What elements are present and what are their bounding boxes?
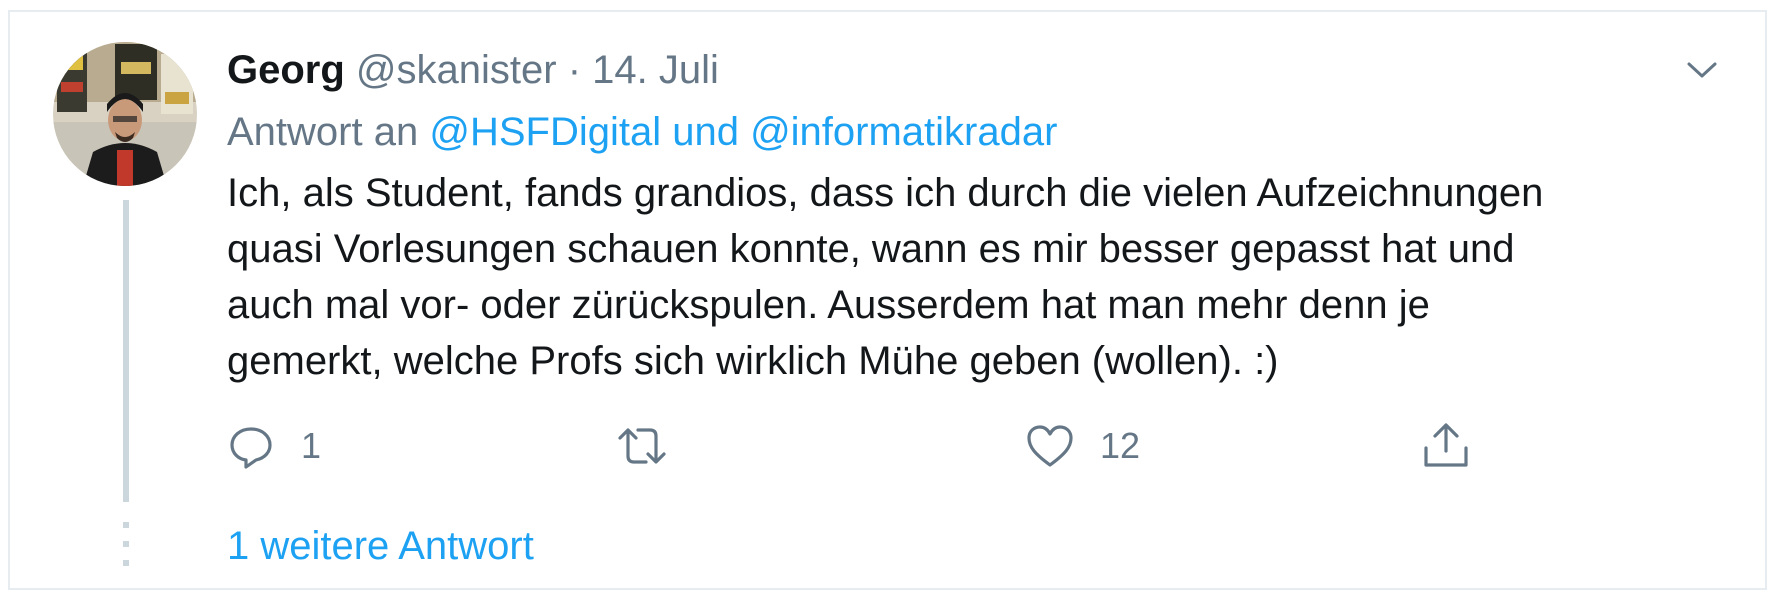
tweet-date[interactable]: 14. Juli (592, 48, 719, 92)
heart-icon (1022, 418, 1078, 474)
reply-prefix: Antwort an (227, 110, 419, 154)
thread-line (123, 200, 129, 502)
reply-button[interactable]: 1 (223, 418, 321, 474)
reply-count: 1 (301, 425, 322, 466)
retweet-button[interactable] (614, 418, 692, 474)
tweet-header: Georg @skanister · 14. Juli (227, 44, 719, 96)
tweet-text: Ich, als Student, fands grandios, dass i… (227, 165, 1757, 389)
avatar-photo (53, 42, 197, 186)
tweet-text-line: quasi Vorlesungen schauen konnte, wann e… (227, 227, 1515, 271)
author-handle[interactable]: @skanister (356, 48, 557, 92)
reply-mentions[interactable]: @HSFDigital und @informatikradar (429, 110, 1057, 154)
tweet-text-line: auch mal vor- oder zürückspulen. Ausserd… (227, 283, 1430, 327)
share-icon (1418, 418, 1474, 474)
reply-context: Antwort an @HSFDigital und @informatikra… (227, 106, 1057, 158)
avatar[interactable] (53, 42, 197, 186)
author-name[interactable]: Georg (227, 48, 345, 92)
like-button[interactable]: 12 (1022, 418, 1140, 474)
like-count: 12 (1100, 425, 1141, 466)
chevron-down-icon (1687, 62, 1717, 78)
reply-icon (223, 418, 279, 474)
header-separator: · (567, 48, 582, 92)
tweet-text-line: gemerkt, welche Profs sich wirklich Mühe… (227, 339, 1279, 383)
share-button[interactable] (1418, 418, 1474, 474)
tweet-text-line: Ich, als Student, fands grandios, dass i… (227, 171, 1544, 215)
thread-dots (123, 522, 129, 566)
more-options-button[interactable] (1680, 52, 1724, 88)
more-replies-link[interactable]: 1 weitere Antwort (227, 520, 534, 572)
retweet-icon (614, 418, 670, 474)
